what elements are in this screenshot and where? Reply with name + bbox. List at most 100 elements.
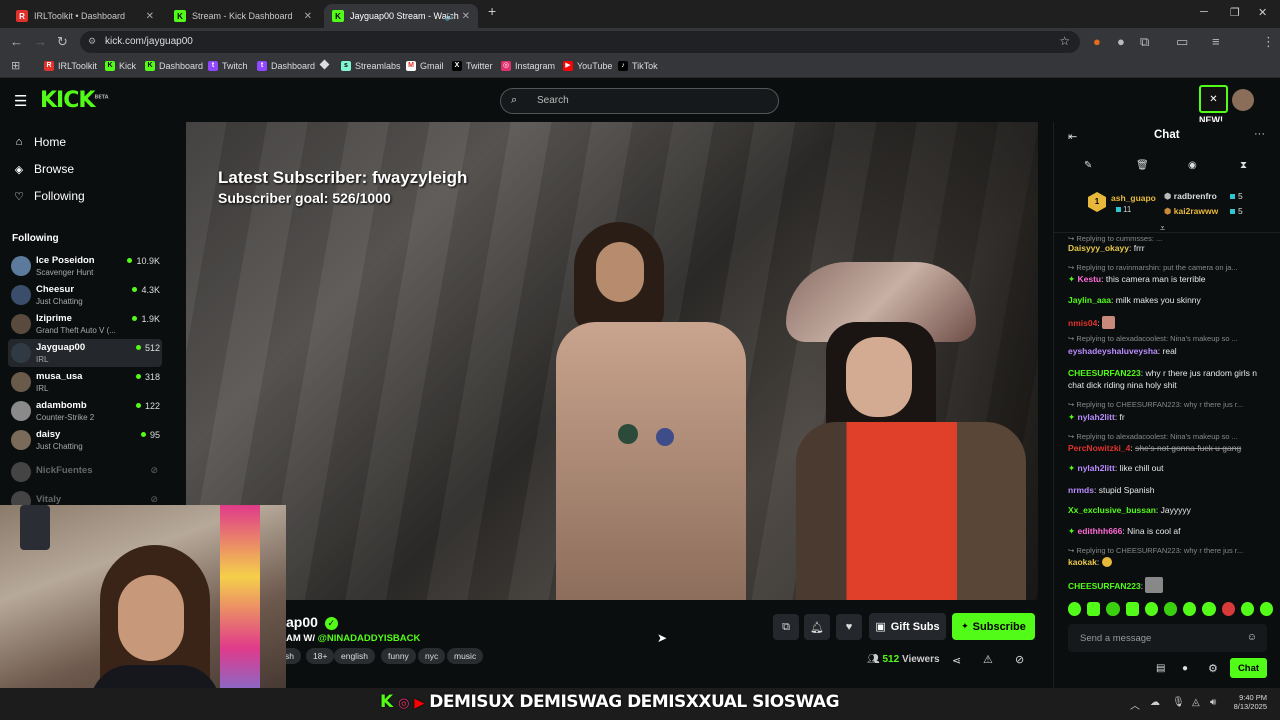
tray-app-icon[interactable]: ☁ (1150, 697, 1160, 708)
extension-icon[interactable]: ● (1093, 34, 1101, 49)
chat-message-input[interactable]: Send a message ☺ (1068, 624, 1267, 652)
bookmark-diamond[interactable] (319, 59, 332, 70)
extensions-puzzle-icon[interactable]: ⧉ (1140, 34, 1149, 50)
site-info-icon[interactable]: ⚙ (88, 36, 96, 47)
sidebar-channel-iziprime[interactable]: Iziprime Grand Theft Auto V (... 1.9K (8, 310, 162, 338)
chat-username[interactable]: edithhh666 (1078, 526, 1123, 536)
stream-tag[interactable]: funny (381, 648, 416, 664)
top-gifter-name[interactable]: ash_guapo (1111, 193, 1156, 203)
sidebar-channel-cheesur[interactable]: Cheesur Just Chatting 4.3K (8, 281, 162, 309)
speaker-icon[interactable]: 🔈 (445, 11, 456, 22)
chat-username[interactable]: nylah2litt (1078, 463, 1115, 473)
stream-tag[interactable]: english (334, 648, 375, 664)
bookmark-instagram[interactable]: ◎ Instagram (501, 61, 555, 71)
gear-icon[interactable]: ⚙ (1208, 662, 1218, 675)
emote-icon[interactable] (1183, 602, 1197, 616)
chat-username[interactable]: Daisyyy_okayy (1068, 243, 1129, 253)
kick-logo[interactable]: KICKBETA (40, 88, 109, 113)
report-icon[interactable]: ⚠ (983, 653, 993, 666)
stream-tag[interactable]: 18+ (306, 648, 335, 664)
gifter-radbrenfro[interactable]: ⬢ radbrenfro (1164, 191, 1217, 202)
share-icon[interactable]: ⋖ (952, 654, 961, 667)
sidebar-nav-following[interactable]: ♡ Following (12, 189, 85, 203)
send-chat-button[interactable]: Chat (1230, 658, 1267, 678)
bookmark-twitch-dashboard[interactable]: t Dashboard (257, 61, 315, 71)
sidebar-nav-browse[interactable]: ◈ Browse (12, 162, 74, 176)
pin-icon[interactable]: ✎ (1084, 160, 1092, 171)
emoji-icon[interactable]: ☺ (1247, 632, 1257, 643)
cast-icon[interactable]: ▭ (1176, 34, 1188, 50)
bookmark-twitch[interactable]: t Twitch (208, 61, 248, 71)
stream-tag[interactable]: nyc (418, 648, 446, 664)
bookmark-dashboard[interactable]: K Dashboard (145, 61, 203, 71)
sidebar-channel-ice-poseidon[interactable]: Ice Poseidon Scavenger Hunt 10.9K (8, 252, 162, 280)
emote-icon[interactable] (1259, 602, 1274, 616)
forward-icon[interactable]: → (34, 34, 47, 49)
apps-grid-icon[interactable]: ⊞ (11, 59, 20, 72)
chat-username[interactable]: CHEESURFAN223 (1068, 581, 1141, 591)
chat-username[interactable]: Kestu (1078, 274, 1102, 284)
chat-username[interactable]: PercNowitzki_4 (1068, 443, 1130, 453)
collapse-chat-icon[interactable]: ⇤ (1068, 130, 1077, 143)
chat-username[interactable]: Jaylin_aaa (1068, 295, 1111, 305)
tab-irltoolkit[interactable]: R IRLToolkit • Dashboard ✕ (8, 4, 162, 28)
sidebar-channel-musa-usa[interactable]: musa_usa IRL 318 (8, 368, 162, 396)
user-avatar[interactable] (1232, 89, 1254, 111)
bookmark-star-icon[interactable]: ☆ (1059, 34, 1070, 48)
bookmark-tiktok[interactable]: ♪ TikTok (618, 61, 658, 71)
minimize-icon[interactable]: ─ (1200, 6, 1208, 18)
emote-icon[interactable] (1144, 602, 1158, 616)
window-close-icon[interactable]: ✕ (1258, 6, 1267, 19)
sidebar-channel-adambomb[interactable]: adambomb Counter-Strike 2 122 (8, 397, 162, 425)
volume-icon[interactable]: 🔊︎ (1210, 697, 1216, 708)
hamburger-menu-icon[interactable]: ☰ (14, 92, 27, 110)
bookmark-streamlabs[interactable]: s Streamlabs (341, 61, 401, 71)
chat-bubble-icon[interactable]: ◉ (1188, 160, 1197, 171)
notification-button[interactable]: 🔔︎ (804, 614, 830, 640)
reload-icon[interactable]: ↻ (57, 34, 68, 50)
bookmark-irltoolkit[interactable]: R IRLToolkit (44, 61, 97, 71)
bookmark-youtube[interactable]: ▶ YouTube (563, 61, 612, 71)
clock[interactable]: 9:40 PM 8/13/2025 (1229, 693, 1267, 711)
channel-name-heading[interactable]: ap00 ✓ (286, 614, 338, 630)
network-icon[interactable]: ◬ (1192, 697, 1200, 708)
hide-icon[interactable]: ⊘ (1015, 653, 1024, 666)
stream-tag[interactable]: music (447, 648, 484, 664)
emote-icon[interactable] (1068, 602, 1082, 616)
tray-chevron-icon[interactable]: ︿ (1130, 697, 1140, 712)
hourglass-icon[interactable]: ⧗ (1240, 160, 1247, 171)
bookmark-gmail[interactable]: M Gmail (406, 61, 444, 71)
chat-username[interactable]: Xx_exclusive_bussan (1068, 505, 1156, 515)
emote-icon[interactable] (1202, 602, 1216, 616)
tab-jayguap-stream[interactable]: K Jayguap00 Stream - Watch 🔈 ✕ (324, 4, 478, 28)
video-player[interactable]: Latest Subscriber: fwayzyleigh Subscribe… (186, 122, 1038, 600)
microphone-icon[interactable]: 🎙︎ (1172, 697, 1185, 708)
sidebar-channel-nickfuentes[interactable]: NickFuentes ⊘ (8, 458, 162, 486)
extension-icon[interactable]: ● (1117, 34, 1125, 49)
clip-icon[interactable]: ▤ (1156, 663, 1165, 674)
emote-icon[interactable] (1106, 602, 1120, 616)
stream-title-mention[interactable]: @NINADADDYISBACK (318, 633, 421, 644)
bookmark-kick[interactable]: K Kick (105, 61, 136, 71)
close-icon[interactable]: ✕ (146, 11, 154, 22)
chat-username[interactable]: eyshadeyshaluveysha (1068, 346, 1158, 356)
close-icon[interactable]: ✕ (462, 11, 470, 22)
menu-dots-icon[interactable]: ⋮ (1262, 34, 1275, 50)
sidebar-channel-jayguap00[interactable]: Jayguap00 IRL 512 (8, 339, 162, 367)
chat-username[interactable]: nrmds (1068, 485, 1094, 495)
subscribe-button[interactable]: ✦ Subscribe (952, 613, 1035, 640)
media-icon[interactable]: ≡ (1212, 34, 1220, 49)
emote-icon[interactable] (1221, 602, 1235, 616)
gift-subs-button[interactable]: ▣ Gift Subs (869, 613, 946, 640)
search-input[interactable]: ⌕ Search (500, 88, 779, 114)
back-icon[interactable]: ← (10, 34, 23, 49)
new-tab-icon[interactable]: + (488, 3, 496, 19)
clip-button[interactable]: ⧉ (773, 614, 799, 640)
bookmark-twitter[interactable]: X Twitter (452, 61, 493, 71)
emote-icon[interactable] (1240, 602, 1254, 616)
chat-username[interactable]: CHEESURFAN223 (1068, 368, 1141, 378)
trash-icon[interactable]: 🗑︎ (1136, 160, 1149, 171)
url-field[interactable]: ⚙ kick.com/jayguap00 ☆ (80, 31, 1080, 53)
maximize-icon[interactable]: ❐ (1230, 6, 1240, 19)
chat-menu-icon[interactable]: ··· (1254, 128, 1265, 140)
